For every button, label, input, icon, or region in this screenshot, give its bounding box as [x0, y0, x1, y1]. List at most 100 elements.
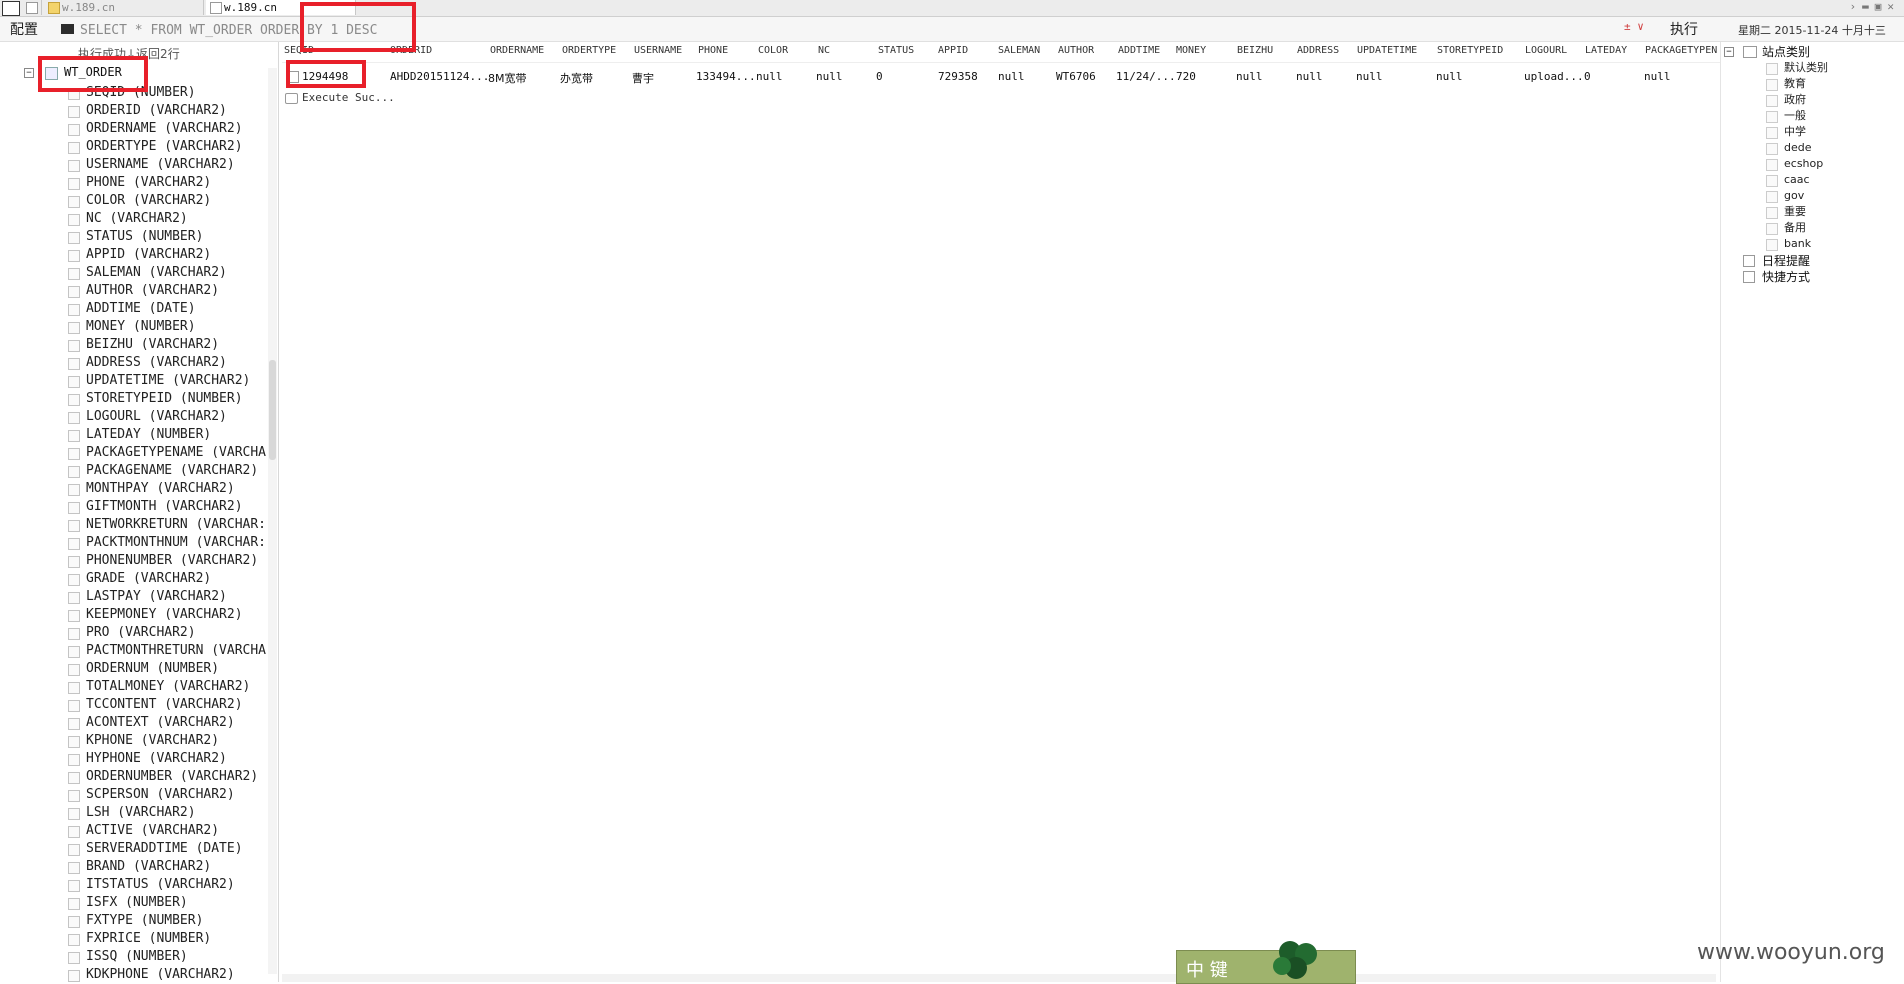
column-item[interactable]: NC (VARCHAR2) [66, 210, 326, 228]
grid-header-cell[interactable]: STATUS [878, 45, 914, 56]
column-item[interactable]: SALEMAN (VARCHAR2) [66, 264, 326, 282]
column-item[interactable]: FXPRICE (NUMBER) [66, 930, 326, 948]
column-item[interactable]: ORDERNUM (NUMBER) [66, 660, 326, 678]
column-item[interactable]: PRO (VARCHAR2) [66, 624, 326, 642]
column-item[interactable]: SCPERSON (VARCHAR2) [66, 786, 326, 804]
column-item[interactable]: ADDRESS (VARCHAR2) [66, 354, 326, 372]
grid-header-cell[interactable]: PACKAGETYPEN [1645, 45, 1718, 56]
category-item[interactable]: 重要 [1766, 204, 1828, 220]
grid-header-cell[interactable]: SALEMAN [998, 45, 1040, 56]
column-item[interactable]: FXTYPE (NUMBER) [66, 912, 326, 930]
grid-header-cell[interactable]: ORDERNAME [490, 45, 544, 56]
grid-cell[interactable]: 0 [876, 70, 883, 83]
column-item[interactable]: ACONTEXT (VARCHAR2) [66, 714, 326, 732]
grid-header-cell[interactable]: ADDRESS [1297, 45, 1339, 56]
category-root[interactable]: 站点类别 [1762, 43, 1810, 60]
execute-button[interactable]: 执行 [1670, 19, 1698, 39]
column-item[interactable]: ACTIVE (VARCHAR2) [66, 822, 326, 840]
grid-cell[interactable]: 0 [1584, 70, 1591, 83]
grid-cell[interactable]: 720 [1176, 70, 1196, 83]
column-item[interactable]: PHONE (VARCHAR2) [66, 174, 326, 192]
column-item[interactable]: STATUS (NUMBER) [66, 228, 326, 246]
grid-header-cell[interactable]: LOGOURL [1525, 45, 1567, 56]
column-item[interactable]: ISFX (NUMBER) [66, 894, 326, 912]
column-item[interactable]: TCCONTENT (VARCHAR2) [66, 696, 326, 714]
grid-header-cell[interactable]: LATEDAY [1585, 45, 1627, 56]
grid-header-cell[interactable]: ADDTIME [1118, 45, 1160, 56]
execute-result-row[interactable]: Execute Suc... [302, 91, 395, 104]
grid-header-cell[interactable]: PHONE [698, 45, 728, 56]
grid-cell[interactable]: null [998, 70, 1025, 83]
grid-cell[interactable]: upload... [1524, 70, 1584, 83]
column-item[interactable]: ORDERNUMBER (VARCHAR2) [66, 768, 326, 786]
grid-cell[interactable]: 729358 [938, 70, 978, 83]
grid-header-cell[interactable]: NC [818, 45, 830, 56]
column-item[interactable]: LASTPAY (VARCHAR2) [66, 588, 326, 606]
grid-cell[interactable]: AHDD20151124... [390, 70, 489, 83]
grid-cell[interactable]: 11/24/... [1116, 70, 1176, 83]
column-item[interactable]: ITSTATUS (VARCHAR2) [66, 876, 326, 894]
grid-cell[interactable]: WT6706 [1056, 70, 1096, 83]
category-item[interactable]: 教育 [1766, 76, 1828, 92]
grid-cell[interactable]: 办宽带 [560, 70, 593, 86]
category-item[interactable]: 中学 [1766, 124, 1828, 140]
grid-cell[interactable]: null [1236, 70, 1263, 83]
column-item[interactable]: LOGOURL (VARCHAR2) [66, 408, 326, 426]
left-scrollbar-thumb[interactable] [269, 360, 276, 460]
category-item[interactable]: bank [1766, 236, 1828, 252]
grid-cell[interactable]: 133494... [696, 70, 756, 83]
window-controls[interactable]: ›▬▣✕ [1850, 0, 1901, 13]
grid-header-cell[interactable]: ORDERTYPE [562, 45, 616, 56]
column-item[interactable]: PACKTMONTHNUM (VARCHAR: [66, 534, 326, 552]
column-item[interactable]: MONTHPAY (VARCHAR2) [66, 480, 326, 498]
column-item[interactable]: LSH (VARCHAR2) [66, 804, 326, 822]
schedule-node[interactable]: 日程提醒 [1762, 252, 1810, 269]
sql-dropdown-controls[interactable]: ± ∨ [1624, 20, 1644, 33]
grid-cell[interactable]: null [1296, 70, 1323, 83]
category-item[interactable]: 默认类别 [1766, 60, 1828, 76]
collapse-icon[interactable]: − [1724, 47, 1734, 57]
column-item[interactable]: GRADE (VARCHAR2) [66, 570, 326, 588]
column-item[interactable]: HYPHONE (VARCHAR2) [66, 750, 326, 768]
column-item[interactable]: ORDERNAME (VARCHAR2) [66, 120, 326, 138]
grid-header-cell[interactable]: BEIZHU [1237, 45, 1273, 56]
grid-horizontal-scrollbar[interactable] [282, 974, 1716, 982]
category-item[interactable]: 一般 [1766, 108, 1828, 124]
column-item[interactable]: TOTALMONEY (VARCHAR2) [66, 678, 326, 696]
tab-1[interactable]: w.189.cn [44, 0, 204, 15]
column-item[interactable]: ORDERTYPE (VARCHAR2) [66, 138, 326, 156]
grid-header-cell[interactable]: AUTHOR [1058, 45, 1094, 56]
tab-blank[interactable] [22, 0, 42, 15]
grid-cell[interactable]: null [1644, 70, 1671, 83]
column-item[interactable]: KPHONE (VARCHAR2) [66, 732, 326, 750]
app-icon[interactable] [2, 1, 20, 16]
grid-header-cell[interactable]: STORETYPEID [1437, 45, 1503, 56]
column-item[interactable]: BEIZHU (VARCHAR2) [66, 336, 326, 354]
column-item[interactable]: PACKAGENAME (VARCHAR2) [66, 462, 326, 480]
column-item[interactable]: MONEY (NUMBER) [66, 318, 326, 336]
grid-header-cell[interactable]: USERNAME [634, 45, 682, 56]
shortcut-node[interactable]: 快捷方式 [1762, 268, 1810, 285]
column-item[interactable]: COLOR (VARCHAR2) [66, 192, 326, 210]
config-button[interactable]: 配置 [10, 19, 38, 39]
category-item[interactable]: ecshop [1766, 156, 1828, 172]
column-item[interactable]: ISSQ (NUMBER) [66, 948, 326, 966]
category-item[interactable]: 备用 [1766, 220, 1828, 236]
collapse-icon[interactable]: − [24, 68, 34, 78]
grid-cell[interactable]: null [816, 70, 843, 83]
grid-header-cell[interactable]: COLOR [758, 45, 788, 56]
grid-cell[interactable]: null [1436, 70, 1463, 83]
category-item[interactable]: gov [1766, 188, 1828, 204]
sql-query-input[interactable] [58, 20, 1618, 40]
grid-header-cell[interactable]: MONEY [1176, 45, 1206, 56]
column-item[interactable]: UPDATETIME (VARCHAR2) [66, 372, 326, 390]
grid-cell[interactable]: 曹宇 [632, 70, 654, 86]
column-item[interactable]: AUTHOR (VARCHAR2) [66, 282, 326, 300]
column-item[interactable]: PHONENUMBER (VARCHAR2) [66, 552, 326, 570]
column-item[interactable]: BRAND (VARCHAR2) [66, 858, 326, 876]
grid-cell[interactable]: null [1356, 70, 1383, 83]
grid-header-cell[interactable]: APPID [938, 45, 968, 56]
column-item[interactable]: USERNAME (VARCHAR2) [66, 156, 326, 174]
column-item[interactable]: NETWORKRETURN (VARCHAR: [66, 516, 326, 534]
category-item[interactable]: dede [1766, 140, 1828, 156]
